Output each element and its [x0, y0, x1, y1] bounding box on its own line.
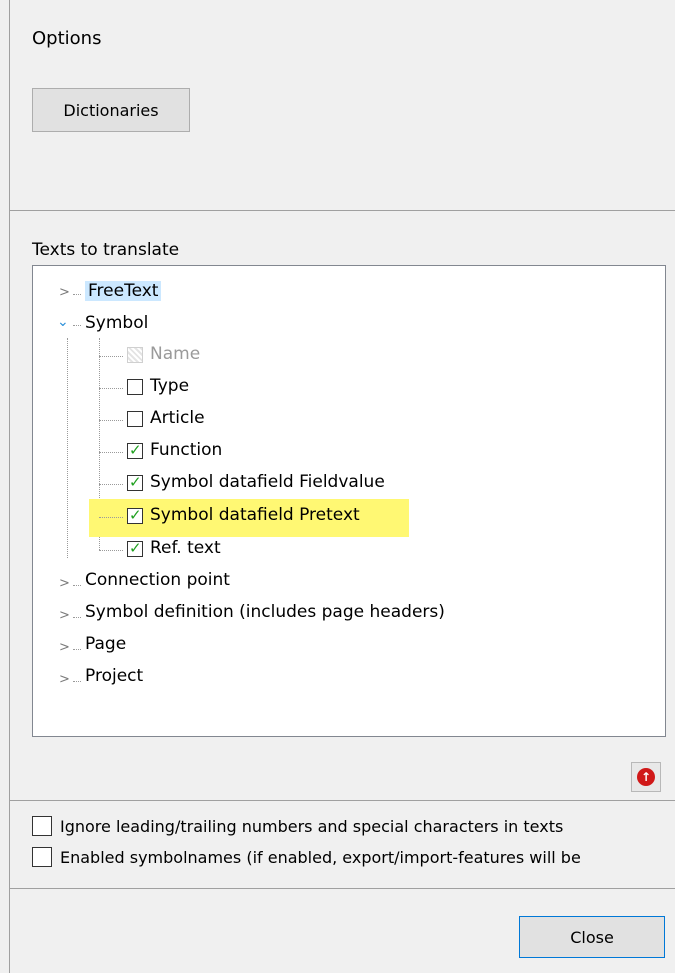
- close-button[interactable]: Close: [519, 916, 665, 958]
- chevron-down-icon[interactable]: ⌄: [57, 314, 69, 330]
- ignore-numbers-option[interactable]: Ignore leading/trailing numbers and spec…: [32, 816, 563, 836]
- tree-connector: [99, 517, 123, 518]
- chevron-right-icon[interactable]: >: [59, 608, 70, 623]
- pretext-checkbox[interactable]: [127, 506, 143, 524]
- article-checkbox[interactable]: [127, 411, 143, 427]
- tree-item-freetext[interactable]: FreeText: [85, 281, 162, 301]
- ignore-numbers-checkbox[interactable]: [32, 816, 52, 836]
- tree-item-type[interactable]: Type: [150, 376, 189, 396]
- chevron-right-icon[interactable]: >: [59, 576, 70, 591]
- tree-item-page[interactable]: Page: [85, 634, 126, 654]
- texts-to-translate-label: Texts to translate: [32, 240, 180, 260]
- texts-tree[interactable]: > FreeText ⌄ Symbol Name Type Article Fu…: [32, 265, 666, 737]
- window-title: Options: [32, 28, 102, 49]
- enabled-symbolnames-option[interactable]: Enabled symbolnames (if enabled, export/…: [32, 847, 581, 867]
- tree-connector: [99, 550, 123, 551]
- type-checkbox[interactable]: [127, 379, 143, 395]
- tree-connector: [99, 484, 123, 485]
- window-left-border: [9, 0, 10, 973]
- tree-item-project[interactable]: Project: [85, 666, 143, 686]
- tree-item-article[interactable]: Article: [150, 408, 205, 428]
- fieldvalue-checkbox[interactable]: [127, 473, 143, 491]
- tree-connector: [73, 649, 81, 650]
- dictionaries-button[interactable]: Dictionaries: [32, 88, 190, 132]
- enabled-symbolnames-label: Enabled symbolnames (if enabled, export/…: [60, 847, 581, 867]
- tree-item-symbol-definition[interactable]: Symbol definition (includes page headers…: [85, 602, 445, 622]
- tree-item-symbol[interactable]: Symbol: [85, 313, 148, 333]
- ignore-numbers-label: Ignore leading/trailing numbers and spec…: [60, 816, 564, 836]
- tree-connector: [73, 294, 81, 295]
- enabled-symbolnames-checkbox[interactable]: [32, 847, 52, 867]
- tree-item-name: Name: [150, 344, 201, 364]
- tree-item-connection-point[interactable]: Connection point: [85, 570, 230, 590]
- move-up-button[interactable]: ↑: [631, 762, 661, 792]
- ref-text-checkbox[interactable]: [127, 539, 143, 557]
- chevron-right-icon[interactable]: >: [59, 285, 70, 300]
- arrow-up-icon: ↑: [637, 768, 655, 786]
- separator-middle: [10, 800, 675, 801]
- tree-connector: [73, 617, 81, 618]
- tree-connector: [99, 356, 123, 357]
- tree-connector: [73, 325, 81, 326]
- tree-guide-line: [67, 338, 68, 558]
- tree-connector: [99, 388, 123, 389]
- tree-item-fieldvalue[interactable]: Symbol datafield Fieldvalue: [150, 472, 385, 492]
- tree-connector: [73, 585, 81, 586]
- name-checkbox: [127, 347, 143, 363]
- tree-item-ref-text[interactable]: Ref. text: [150, 538, 221, 558]
- function-checkbox[interactable]: [127, 441, 143, 459]
- separator-top: [10, 210, 675, 211]
- tree-item-pretext[interactable]: Symbol datafield Pretext: [150, 505, 360, 525]
- chevron-right-icon[interactable]: >: [59, 672, 70, 687]
- tree-connector: [99, 420, 123, 421]
- tree-connector: [73, 681, 81, 682]
- separator-bottom: [10, 888, 675, 889]
- tree-item-function[interactable]: Function: [150, 440, 222, 460]
- chevron-right-icon[interactable]: >: [59, 640, 70, 655]
- tree-connector: [99, 452, 123, 453]
